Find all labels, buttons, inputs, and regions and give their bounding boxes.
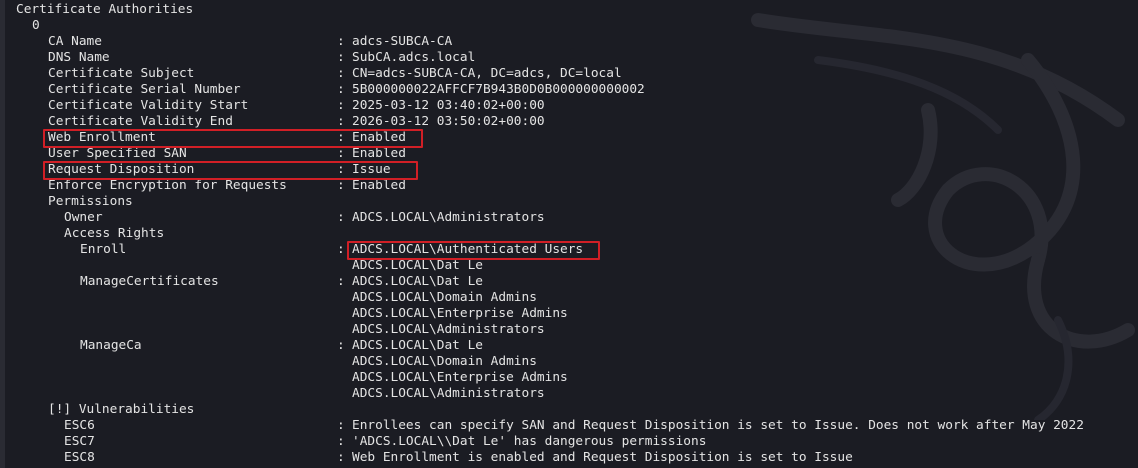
highlight-box bbox=[43, 129, 423, 148]
line-key: Access Rights bbox=[64, 226, 165, 241]
line-value: ADCS.LOCAL\Dat Le bbox=[352, 274, 483, 289]
line-key: CA Name bbox=[48, 34, 102, 49]
line-separator: : bbox=[337, 66, 345, 81]
terminal-line: Certificate Serial Number:5B000000022AFF… bbox=[0, 82, 1138, 98]
line-separator: : bbox=[337, 450, 345, 465]
line-key: ManageCa bbox=[80, 338, 142, 353]
line-value: 2025-03-12 03:40:02+00:00 bbox=[352, 98, 545, 113]
terminal-line: ADCS.LOCAL\Domain Admins bbox=[0, 354, 1138, 370]
line-separator: : bbox=[337, 338, 345, 353]
highlight-box bbox=[43, 161, 418, 180]
line-separator: : bbox=[337, 34, 345, 49]
line-separator: : bbox=[337, 274, 345, 289]
terminal-line: Owner: ADCS.LOCAL\Administrators bbox=[0, 210, 1138, 226]
line-key: Certificate Authorities bbox=[16, 2, 194, 17]
line-separator: : bbox=[337, 178, 345, 193]
terminal-line: DNS Name: SubCA.adcs.local bbox=[0, 50, 1138, 66]
terminal-line: ManageCa: ADCS.LOCAL\Dat Le bbox=[0, 338, 1138, 354]
line-value: ADCS.LOCAL\Domain Admins bbox=[352, 290, 537, 305]
line-separator: : bbox=[337, 114, 345, 129]
line-key: ManageCertificates bbox=[80, 274, 219, 289]
line-value: Enabled bbox=[352, 146, 406, 161]
terminal-line: Certificate Authorities bbox=[0, 2, 1138, 18]
line-key: Owner bbox=[64, 210, 103, 225]
line-value: SubCA.adcs.local bbox=[352, 50, 476, 65]
line-key: Enforce Encryption for Requests bbox=[48, 178, 287, 193]
line-value: ADCS.LOCAL\Dat Le bbox=[352, 258, 483, 273]
terminal-line: ADCS.LOCAL\Enterprise Admins bbox=[0, 370, 1138, 386]
line-value: 2026-03-12 03:50:02+00:00 bbox=[352, 114, 545, 129]
line-value: Enrollees can specify SAN and Request Di… bbox=[352, 418, 1084, 433]
line-value: 5B000000022AFFCF7B943B0D0B000000000002 bbox=[352, 82, 645, 97]
line-value: ADCS.LOCAL\Enterprise Admins bbox=[352, 370, 568, 385]
line-key: Certificate Validity Start bbox=[48, 98, 249, 113]
terminal-line: User Specified SAN: Enabled bbox=[0, 146, 1138, 162]
line-separator: : bbox=[337, 242, 345, 257]
terminal-line: Certificate Subject: CN=adcs-SUBCA-CA, DC… bbox=[0, 66, 1138, 82]
terminal-line: ADCS.LOCAL\Dat Le bbox=[0, 258, 1138, 274]
terminal-line: ESC8: Web Enrollment is enabled and Reque… bbox=[0, 450, 1138, 466]
line-separator: : bbox=[337, 50, 345, 65]
terminal-line: ESC7: 'ADCS.LOCAL\\Dat Le' has dangerous … bbox=[0, 434, 1138, 450]
line-value: ADCS.LOCAL\Administrators bbox=[352, 210, 545, 225]
terminal-line: [!] Vulnerabilities bbox=[0, 402, 1138, 418]
line-separator: : bbox=[337, 210, 345, 225]
line-key: Certificate Validity End bbox=[48, 114, 233, 129]
line-value: ADCS.LOCAL\Enterprise Admins bbox=[352, 306, 568, 321]
line-key: Certificate Subject bbox=[48, 66, 195, 81]
line-separator: : bbox=[337, 434, 345, 449]
line-key: Enroll bbox=[80, 242, 127, 257]
line-value: ADCS.LOCAL\Domain Admins bbox=[352, 354, 537, 369]
terminal-line: Certificate Validity Start:2025-03-12 03… bbox=[0, 98, 1138, 114]
line-key: Permissions bbox=[48, 194, 133, 209]
line-value: ADCS.LOCAL\Administrators bbox=[352, 386, 545, 401]
line-separator: : bbox=[337, 418, 345, 433]
line-key: 0 bbox=[32, 18, 40, 33]
line-value: ADCS.LOCAL\Dat Le bbox=[352, 338, 483, 353]
line-separator: : bbox=[337, 82, 345, 97]
line-separator: : bbox=[337, 146, 345, 161]
terminal-line: Enforce Encryption for Requests: Enabled bbox=[0, 178, 1138, 194]
line-key: DNS Name bbox=[48, 50, 110, 65]
line-key: Certificate Serial Number bbox=[48, 82, 241, 97]
highlight-box bbox=[347, 241, 600, 260]
terminal-line: Permissions bbox=[0, 194, 1138, 210]
terminal-line: ManageCertificates: ADCS.LOCAL\Dat Le bbox=[0, 274, 1138, 290]
terminal-line: ADCS.LOCAL\Administrators bbox=[0, 386, 1138, 402]
line-value: ADCS.LOCAL\Administrators bbox=[352, 322, 545, 337]
line-value: Enabled bbox=[352, 178, 406, 193]
line-value: 'ADCS.LOCAL\\Dat Le' has dangerous permi… bbox=[352, 434, 707, 449]
terminal-line: ADCS.LOCAL\Enterprise Admins bbox=[0, 306, 1138, 322]
terminal-line: ADCS.LOCAL\Administrators bbox=[0, 322, 1138, 338]
terminal-line: CA Name: adcs-SUBCA-CA bbox=[0, 34, 1138, 50]
line-value: Web Enrollment is enabled and Request Di… bbox=[352, 450, 853, 465]
line-key: ESC6 bbox=[64, 418, 95, 433]
terminal-line: 0 bbox=[0, 18, 1138, 34]
line-value: CN=adcs-SUBCA-CA, DC=adcs, DC=local bbox=[352, 66, 622, 81]
line-value: adcs-SUBCA-CA bbox=[352, 34, 453, 49]
line-key: ESC7 bbox=[64, 434, 95, 449]
line-key: ESC8 bbox=[64, 450, 95, 465]
line-key: User Specified SAN bbox=[48, 146, 187, 161]
terminal-line: Certificate Validity End:2026-03-12 03:5… bbox=[0, 114, 1138, 130]
line-key: [!] Vulnerabilities bbox=[48, 402, 195, 417]
terminal-line: ESC6: Enrollees can specify SAN and Reque… bbox=[0, 418, 1138, 434]
terminal-line: ADCS.LOCAL\Domain Admins bbox=[0, 290, 1138, 306]
terminal-line: Access Rights bbox=[0, 226, 1138, 242]
terminal-window[interactable]: Certificate Authorities 0 CA Name: adcs-SUB… bbox=[0, 0, 1138, 468]
line-separator: : bbox=[337, 98, 345, 113]
